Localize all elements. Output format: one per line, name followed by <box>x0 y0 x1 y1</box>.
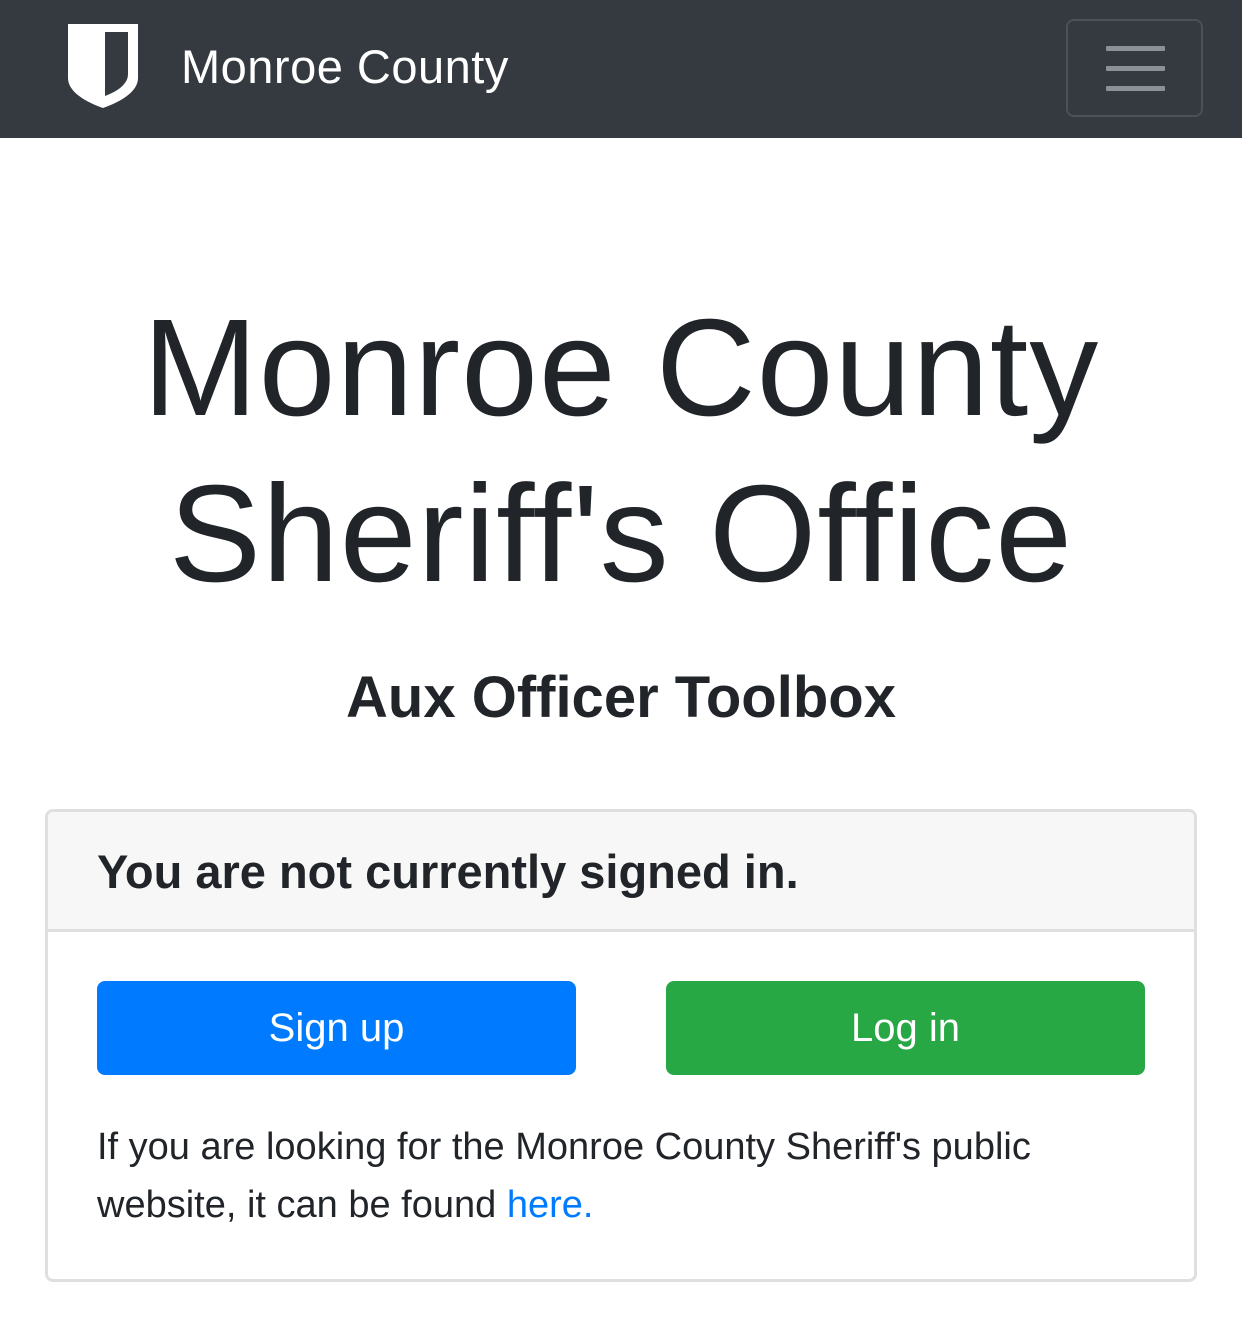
page-title: Monroe County Sheriff's Office <box>0 285 1242 617</box>
brand-name: Monroe County <box>181 39 509 93</box>
log-in-button[interactable]: Log in <box>666 981 1145 1075</box>
page-subtitle: Aux Officer Toolbox <box>346 665 896 730</box>
shield-icon <box>68 24 138 108</box>
navbar-toggle-button[interactable] <box>1066 19 1203 117</box>
page-title-line-2: Sheriff's Office <box>169 457 1073 611</box>
card-header: You are not currently signed in. <box>48 812 1194 932</box>
hamburger-menu-icon <box>1106 46 1165 92</box>
brand-link[interactable]: Monroe County <box>68 24 509 108</box>
sign-in-card: You are not currently signed in. Sign up… <box>45 809 1197 1282</box>
page-title-line-1: Monroe County <box>142 291 1100 445</box>
sign-up-button[interactable]: Sign up <box>97 981 576 1075</box>
sign-in-status-text: You are not currently signed in. <box>97 845 799 898</box>
public-website-link[interactable]: here. <box>507 1184 594 1226</box>
public-website-note: If you are looking for the Monroe County… <box>97 1118 1157 1234</box>
top-navbar: Monroe County <box>0 0 1242 138</box>
